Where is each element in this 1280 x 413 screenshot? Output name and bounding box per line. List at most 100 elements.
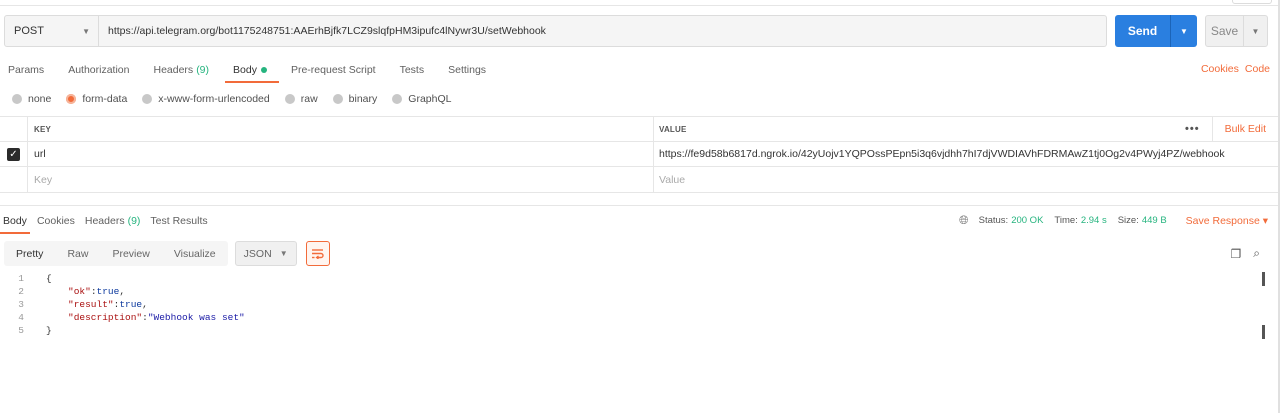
value-column-header: VALUE ••• Bulk Edit xyxy=(654,117,1278,141)
radio-icon xyxy=(142,94,153,104)
scroll-marker[interactable] xyxy=(1262,272,1265,286)
form-data-table: KEY VALUE ••• Bulk Edit ✓ url https://fe… xyxy=(0,116,1278,193)
wrap-lines-glyph xyxy=(312,249,324,259)
radio-urlencoded[interactable]: x-www-form-urlencoded xyxy=(142,93,270,105)
radio-label: GraphQL xyxy=(408,93,452,105)
radio-label: raw xyxy=(300,93,318,105)
request-bar: POST ▼ xyxy=(4,15,1107,47)
save-response-button[interactable]: Save Response ▾ xyxy=(1186,215,1268,227)
close-brace: } xyxy=(46,325,52,336)
url-input[interactable] xyxy=(99,16,1106,46)
time-label: Time: xyxy=(1054,215,1078,226)
bulk-actions: ••• Bulk Edit xyxy=(1173,117,1278,141)
json-key: "description" xyxy=(68,312,143,323)
line-number: 4 xyxy=(18,312,24,323)
tab-label: Headers xyxy=(84,215,125,227)
window-corner xyxy=(1232,0,1272,4)
radio-label: form-data xyxy=(82,93,128,105)
active-dot-icon xyxy=(260,67,267,73)
value-cell[interactable]: https://fe9d58b6817d.ngrok.io/42yUojv1YQ… xyxy=(654,142,1278,166)
json-key: "result" xyxy=(68,299,114,310)
status-label: Status: xyxy=(978,215,1009,226)
tab-params[interactable]: Params xyxy=(8,60,44,80)
headers-count: (9) xyxy=(196,64,210,76)
format-select[interactable]: JSON ▼ xyxy=(234,241,297,266)
tab-label: Body xyxy=(233,64,257,76)
send-button[interactable]: Send ▼ xyxy=(1115,15,1197,47)
fold-icon[interactable] xyxy=(32,272,46,285)
tab-authorization[interactable]: Authorization xyxy=(68,60,129,80)
key-placeholder-cell[interactable]: Key xyxy=(28,167,654,192)
radio-icon xyxy=(284,94,295,104)
tab-label: Tests xyxy=(399,64,425,76)
tab-prerequest-script[interactable]: Pre-request Script xyxy=(291,60,376,80)
save-button[interactable]: Save ▼ xyxy=(1205,15,1268,47)
method-label: POST xyxy=(14,25,44,37)
scroll-marker[interactable] xyxy=(1262,325,1265,339)
wrap-lines-icon[interactable] xyxy=(305,241,330,266)
header-spacer xyxy=(0,117,28,141)
radio-raw[interactable]: raw xyxy=(284,93,318,105)
table-row-empty: Key Value xyxy=(0,167,1278,193)
cookies-link[interactable]: Cookies xyxy=(1201,63,1239,75)
code-line: 3 "result": true, xyxy=(0,298,1260,311)
tab-label: Headers xyxy=(153,64,194,76)
line-number: 2 xyxy=(18,286,24,297)
json-value: true xyxy=(119,299,143,310)
chevron-down-icon[interactable]: ▼ xyxy=(1171,15,1197,47)
more-options-icon[interactable]: ••• xyxy=(1173,123,1212,135)
json-key: "ok" xyxy=(68,286,91,297)
radio-binary[interactable]: binary xyxy=(332,93,378,105)
tab-label: Pre-request Script xyxy=(290,64,376,76)
row-checkbox[interactable]: ✓ xyxy=(7,147,20,161)
tab-body[interactable]: Body xyxy=(225,60,279,83)
code-link[interactable]: Code xyxy=(1245,63,1270,75)
view-preview[interactable]: Preview xyxy=(100,241,161,266)
tab-settings[interactable]: Settings xyxy=(448,60,486,80)
tab-tests[interactable]: Tests xyxy=(400,60,425,80)
json-value: true xyxy=(96,286,120,297)
caret-down-icon: ▾ xyxy=(1262,214,1268,227)
radio-none[interactable]: none xyxy=(12,93,51,105)
tab-label: Authorization xyxy=(68,64,130,76)
tab-response-headers[interactable]: Headers (9) xyxy=(85,211,141,231)
view-pretty[interactable]: Pretty xyxy=(4,241,55,266)
method-select[interactable]: POST ▼ xyxy=(5,16,99,46)
row-checkbox-cell: ✓ xyxy=(0,142,28,166)
line-number: 3 xyxy=(18,299,24,310)
tab-response-cookies[interactable]: Cookies xyxy=(37,211,75,231)
globe-icon[interactable]: 🌐︎ xyxy=(959,213,969,228)
tab-headers[interactable]: Headers (9) xyxy=(153,60,209,80)
key-column-header: KEY xyxy=(28,117,654,141)
code-line: 5 } xyxy=(0,324,1260,337)
tab-response-body[interactable]: Body xyxy=(0,211,30,234)
code-line: 4 "description": "Webhook was set" xyxy=(0,311,1260,324)
send-label: Send xyxy=(1115,15,1171,47)
chevron-down-icon: ▼ xyxy=(279,249,288,258)
view-raw[interactable]: Raw xyxy=(55,241,100,266)
radio-label: none xyxy=(28,93,52,105)
radio-form-data[interactable]: form-data xyxy=(66,93,127,105)
response-body-code[interactable]: 1 { 2 "ok": true, 3 "result": true, 4 "d… xyxy=(0,272,1260,337)
tab-test-results[interactable]: Test Results xyxy=(150,211,207,231)
view-visualize[interactable]: Visualize xyxy=(162,241,228,266)
code-line: 2 "ok": true, xyxy=(0,285,1260,298)
chevron-down-icon: ▼ xyxy=(82,26,90,36)
key-cell[interactable]: url xyxy=(28,142,654,166)
view-mode-group: Pretty Raw Preview Visualize xyxy=(4,241,228,266)
search-icon[interactable]: ⌕ xyxy=(1253,246,1260,261)
radio-graphql[interactable]: GraphQL xyxy=(392,93,451,105)
bulk-edit-link[interactable]: Bulk Edit xyxy=(1211,117,1278,141)
chevron-down-icon[interactable]: ▼ xyxy=(1244,16,1267,46)
headers-count: (9) xyxy=(127,215,141,227)
value-placeholder-cell[interactable]: Value xyxy=(654,167,1278,192)
size-value[interactable]: 449 B xyxy=(1142,215,1167,226)
time-value[interactable]: 2.94 s xyxy=(1081,215,1107,226)
response-divider xyxy=(0,205,1278,206)
status-value[interactable]: 200 OK xyxy=(1011,215,1043,226)
radio-label: binary xyxy=(348,93,378,105)
tab-label: Body xyxy=(3,215,27,227)
radio-icon xyxy=(392,94,403,104)
copy-icon[interactable]: ❐ xyxy=(1231,247,1242,261)
response-tabs: Body Cookies Headers (9) Test Results xyxy=(0,211,218,234)
